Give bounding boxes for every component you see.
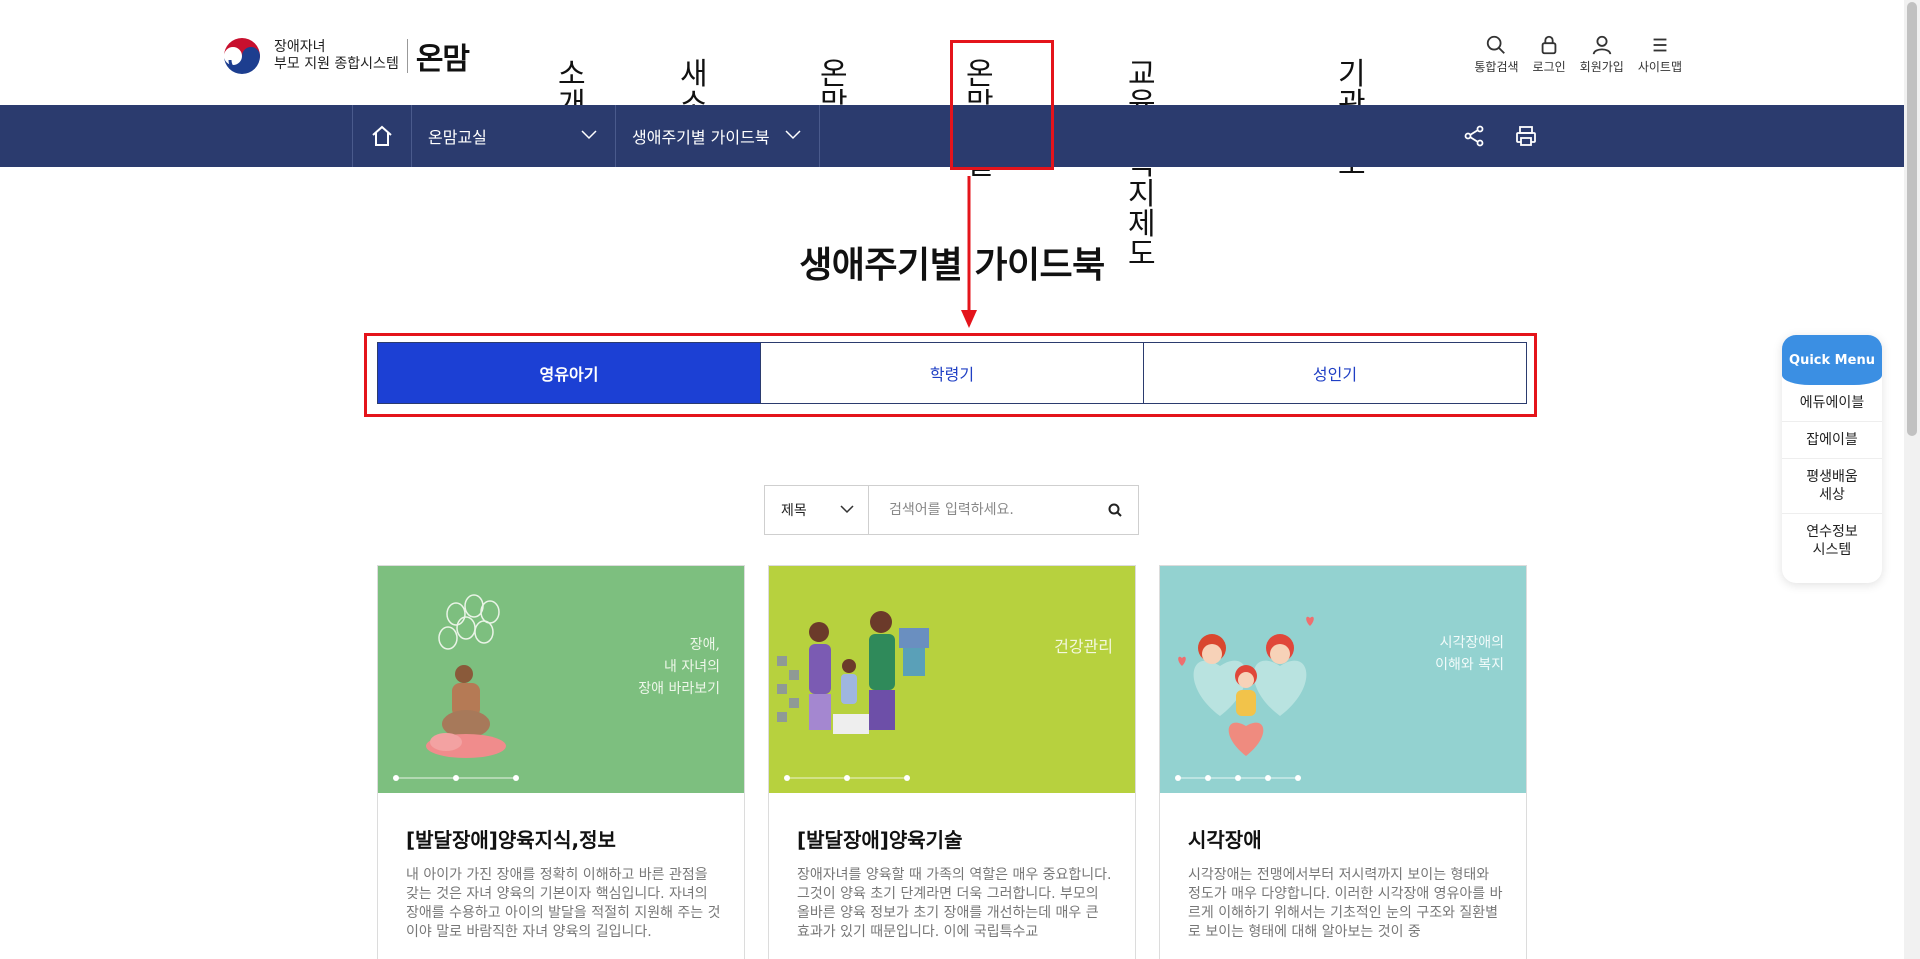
guidebook-card[interactable]: 건강관리 [발달장애]양육기술 장애자녀를 양육할 때 가족의 역할은 매우 중… <box>768 565 1136 959</box>
home-button[interactable] <box>352 105 412 167</box>
guidebook-card[interactable]: 시각장애의 이해와 복지 시각장애 시각장애는 전맹에서부터 저시력까지 보이는… <box>1159 565 1527 959</box>
annotation-highlight-nav <box>950 40 1054 170</box>
quick-menu: Quick Menu 에듀에이블 잡에이블 평생배움 세상 연수정보 시스템 <box>1782 335 1882 583</box>
util-join[interactable]: 회원가입 <box>1580 34 1624 75</box>
home-icon <box>372 125 392 146</box>
card-cover-image: 장애, 내 자녀의 장애 바라보기 <box>378 566 744 793</box>
logo-divider <box>406 39 408 73</box>
card-cover-image: 시각장애의 이해와 복지 <box>1160 566 1526 793</box>
page-title: 생애주기별 가이드북 <box>799 245 1105 286</box>
quick-menu-item[interactable]: 연수정보 시스템 <box>1782 514 1882 568</box>
hamburger-icon <box>1653 38 1667 52</box>
logo-brand: 온맘 <box>415 42 470 77</box>
user-icon <box>1592 35 1611 55</box>
card-title: 시각장애 <box>1188 828 1262 852</box>
card-cover-text: 건강관리 <box>1054 637 1113 656</box>
quick-menu-item[interactable]: 에듀에이블 <box>1782 385 1882 422</box>
card-description: 내 아이가 가진 장애를 정확히 이해하고 바른 관점을 갖는 것은 자녀 양육… <box>406 867 721 940</box>
page-scrollbar[interactable] <box>1904 0 1920 959</box>
quick-menu-title: Quick Menu <box>1782 335 1882 385</box>
search-bar: 제목 <box>764 485 1139 535</box>
card-description: 시각장애는 전맹에서부터 저시력까지 보이는 형태와 정도가 매우 다양합니다.… <box>1188 867 1503 940</box>
card-cover-text: 장애, 내 자녀의 장애 바라보기 <box>638 637 720 697</box>
guidebook-card[interactable]: 장애, 내 자녀의 장애 바라보기 [발달장애]양육지식,정보 내 아이가 가진… <box>377 565 745 959</box>
location-depth1-dropdown[interactable]: 온맘교실 <box>412 105 616 167</box>
card-cover-text: 시각장애의 이해와 복지 <box>1435 635 1504 673</box>
search-field-value: 제목 <box>781 503 807 519</box>
card-cover-image: 건강관리 <box>769 566 1135 793</box>
search-icon <box>1108 503 1122 517</box>
util-sitemap-label: 사이트맵 <box>1637 60 1682 74</box>
search-button[interactable] <box>1092 486 1138 534</box>
logo-line2: 부모 지원 종합시스템 <box>274 56 399 72</box>
chevron-down-icon <box>785 130 801 140</box>
util-login[interactable]: 로그인 <box>1533 34 1566 75</box>
card-title: [발달장애]양육지식,정보 <box>406 828 616 852</box>
share-icon[interactable] <box>1462 124 1486 148</box>
chevron-down-icon <box>840 505 854 514</box>
card-description: 장애자녀를 양육할 때 가족의 역할은 매우 중요합니다. 그것이 양육 초기 … <box>797 867 1112 940</box>
util-login-label: 로그인 <box>1532 60 1566 74</box>
government-emblem-icon <box>222 36 262 76</box>
chevron-down-icon <box>581 130 597 140</box>
location-depth2-dropdown[interactable]: 생애주기별 가이드북 <box>616 105 820 167</box>
search-icon <box>1487 35 1506 54</box>
annotation-arrow-icon <box>961 176 977 328</box>
location-depth1-label: 온맘교실 <box>428 128 487 147</box>
quick-menu-item[interactable]: 잡에이블 <box>1782 422 1882 459</box>
search-field-select[interactable]: 제목 <box>765 486 869 534</box>
site-logo[interactable]: 장애자녀 부모 지원 종합시스템 온맘 <box>222 34 470 78</box>
search-input[interactable] <box>869 486 1092 534</box>
location-depth2-label: 생애주기별 가이드북 <box>632 128 770 147</box>
utility-menu: 통합검색 로그인 회원가입 사이트맵 <box>1474 34 1682 75</box>
scrollbar-thumb[interactable] <box>1907 2 1917 436</box>
annotation-highlight-tabs <box>364 333 1537 417</box>
util-sitemap[interactable]: 사이트맵 <box>1638 34 1682 75</box>
util-join-label: 회원가입 <box>1579 60 1624 74</box>
util-search[interactable]: 통합검색 <box>1474 34 1519 75</box>
quick-menu-item[interactable]: 평생배움 세상 <box>1782 459 1882 514</box>
util-search-label: 통합검색 <box>1474 60 1519 74</box>
print-icon[interactable] <box>1514 124 1538 148</box>
lock-icon <box>1541 35 1557 55</box>
logo-line1: 장애자녀 <box>274 39 326 55</box>
card-title: [발달장애]양육기술 <box>797 828 963 852</box>
